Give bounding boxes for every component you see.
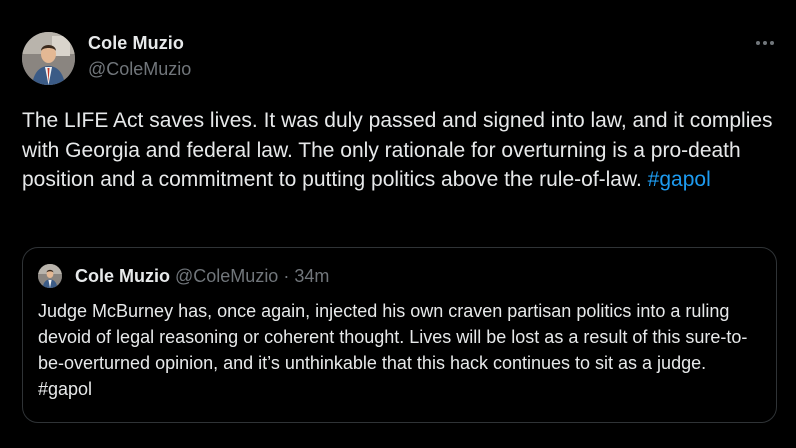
quoted-author-avatar	[38, 264, 62, 288]
tweet[interactable]: Cole Muzio @ColeMuzio The LIFE Act saves…	[0, 0, 796, 448]
quoted-separator: ·	[278, 266, 295, 286]
quoted-tweet-text: Judge McBurney has, once again, injected…	[38, 298, 763, 402]
quoted-author-handle: @ColeMuzio	[175, 266, 279, 286]
quoted-tweet-header: Cole Muzio @ColeMuzio · 34m	[75, 266, 329, 287]
more-horizontal-icon	[756, 41, 774, 45]
quoted-hashtag: #gapol	[38, 379, 93, 399]
author-handle[interactable]: @ColeMuzio	[88, 59, 191, 80]
quoted-text-content: Judge McBurney has, once again, injected…	[38, 301, 748, 373]
quoted-tweet[interactable]: Cole Muzio @ColeMuzio · 34m Judge McBurn…	[22, 247, 777, 423]
author-avatar[interactable]	[22, 32, 75, 85]
more-options-button[interactable]	[752, 30, 778, 56]
avatar-photo-icon	[22, 32, 75, 85]
quoted-author-name: Cole Muzio	[75, 266, 170, 286]
hashtag-link[interactable]: #gapol	[648, 168, 711, 191]
quoted-time: 34m	[294, 266, 330, 286]
author-name[interactable]: Cole Muzio	[88, 33, 184, 54]
avatar-photo-icon	[38, 264, 62, 288]
tweet-text: The LIFE Act saves lives. It was duly pa…	[22, 106, 782, 195]
